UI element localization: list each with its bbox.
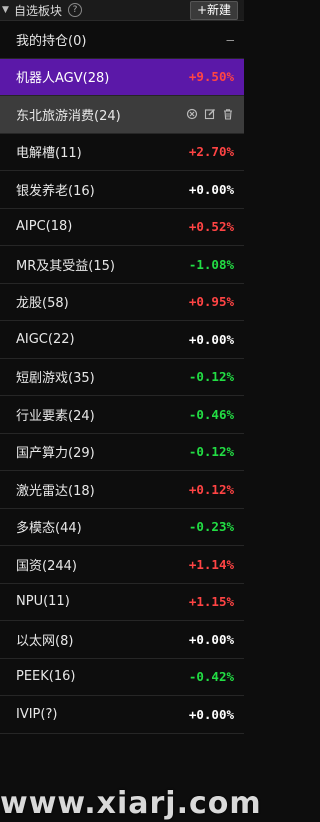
sector-name: 电解槽(11) (16, 146, 82, 162)
sector-name: MR及其受益(15) (16, 258, 115, 274)
help-icon[interactable]: ? (68, 3, 83, 17)
sector-change: +9.50% (188, 69, 234, 85)
sector-name: NPU(11) (16, 594, 70, 610)
sector-name: 东北旅游消费(24) (16, 108, 121, 124)
sector-name: AIGC(22) (16, 331, 75, 347)
sector-change: +1.14% (188, 556, 234, 572)
sector-name: 龙股(58) (16, 296, 69, 312)
sector-change: +0.12% (188, 481, 234, 497)
sector-name: 多模态(44) (16, 521, 82, 537)
sector-row[interactable]: AIPC(18) +0.52% (0, 209, 244, 246)
delete-icon[interactable] (222, 108, 234, 120)
sector-name: AIPC(18) (16, 219, 73, 235)
sector-change: +1.15% (188, 594, 234, 610)
sector-row[interactable]: NPU(11) +1.15% (0, 584, 244, 621)
sector-change: -0.46% (188, 406, 234, 422)
sector-change: -0.23% (188, 519, 234, 535)
sector-row-selected[interactable]: 机器人AGV(28) +9.50% (0, 58, 244, 96)
sector-row[interactable]: AIGC(22) +0.00% (0, 321, 244, 359)
sector-row[interactable]: IVIP(?) +0.00% (0, 696, 244, 734)
sector-change: +0.00% (188, 331, 234, 347)
sector-row[interactable]: 国产算力(29) -0.12% (0, 434, 244, 471)
sector-row[interactable]: 激光雷达(18) +0.12% (0, 471, 244, 509)
sector-change: +0.00% (188, 706, 234, 722)
sector-change: -0.42% (188, 669, 234, 685)
sector-name: 银发养老(16) (16, 183, 95, 199)
sector-name: 国资(244) (16, 558, 77, 574)
sector-name: IVIP(?) (16, 706, 58, 722)
sector-row[interactable]: 国资(244) +1.14% (0, 546, 244, 584)
edit-icon[interactable] (204, 108, 216, 120)
sector-name: 短剧游戏(35) (16, 371, 95, 387)
watermark: www.xiarj.com (0, 786, 262, 821)
sector-change: +2.70% (188, 144, 234, 160)
sector-row[interactable]: PEEK(16) -0.42% (0, 659, 244, 696)
sector-change: +0.95% (188, 294, 234, 310)
sector-name: 以太网(8) (16, 633, 74, 649)
sector-row[interactable]: 龙股(58) +0.95% (0, 284, 244, 321)
sector-change: — (226, 31, 234, 47)
sector-change: -1.08% (188, 256, 234, 272)
sector-name: 我的持仓(0) (16, 33, 87, 49)
sector-row[interactable]: 电解槽(11) +2.70% (0, 134, 244, 171)
sector-name: PEEK(16) (16, 669, 76, 685)
panel-title: 自选板块 (14, 3, 63, 18)
collapse-arrow-icon[interactable]: ▼ (2, 5, 12, 15)
sector-row[interactable]: 多模态(44) -0.23% (0, 509, 244, 546)
sector-change: +0.52% (188, 219, 234, 235)
sector-name: 激光雷达(18) (16, 483, 95, 499)
sector-row-my-holdings[interactable]: 我的持仓(0) — (0, 21, 244, 59)
panel-header: ▼ 自选板块 ? +新建 (0, 0, 244, 21)
sector-row[interactable]: 短剧游戏(35) -0.12% (0, 359, 244, 396)
sector-name: 机器人AGV(28) (16, 71, 110, 87)
sector-change: +0.00% (188, 181, 234, 197)
sector-change: -0.12% (188, 369, 234, 385)
row-actions (186, 108, 234, 120)
sector-name: 国产算力(29) (16, 446, 95, 462)
sector-row-hovered[interactable]: 东北旅游消费(24) (0, 96, 244, 134)
sector-change: +0.00% (188, 631, 234, 647)
settings-icon[interactable] (186, 108, 198, 120)
sector-row[interactable]: 以太网(8) +0.00% (0, 621, 244, 659)
new-sector-button[interactable]: +新建 (189, 1, 238, 20)
sector-row[interactable]: 行业要素(24) -0.46% (0, 396, 244, 434)
sector-row[interactable]: 银发养老(16) +0.00% (0, 171, 244, 209)
sector-change: -0.12% (188, 444, 234, 460)
sector-list: 我的持仓(0) — 机器人AGV(28) +9.50% 东北旅游消费(24) 电… (0, 21, 244, 734)
sector-row[interactable]: MR及其受益(15) -1.08% (0, 246, 244, 284)
sector-name: 行业要素(24) (16, 408, 95, 424)
